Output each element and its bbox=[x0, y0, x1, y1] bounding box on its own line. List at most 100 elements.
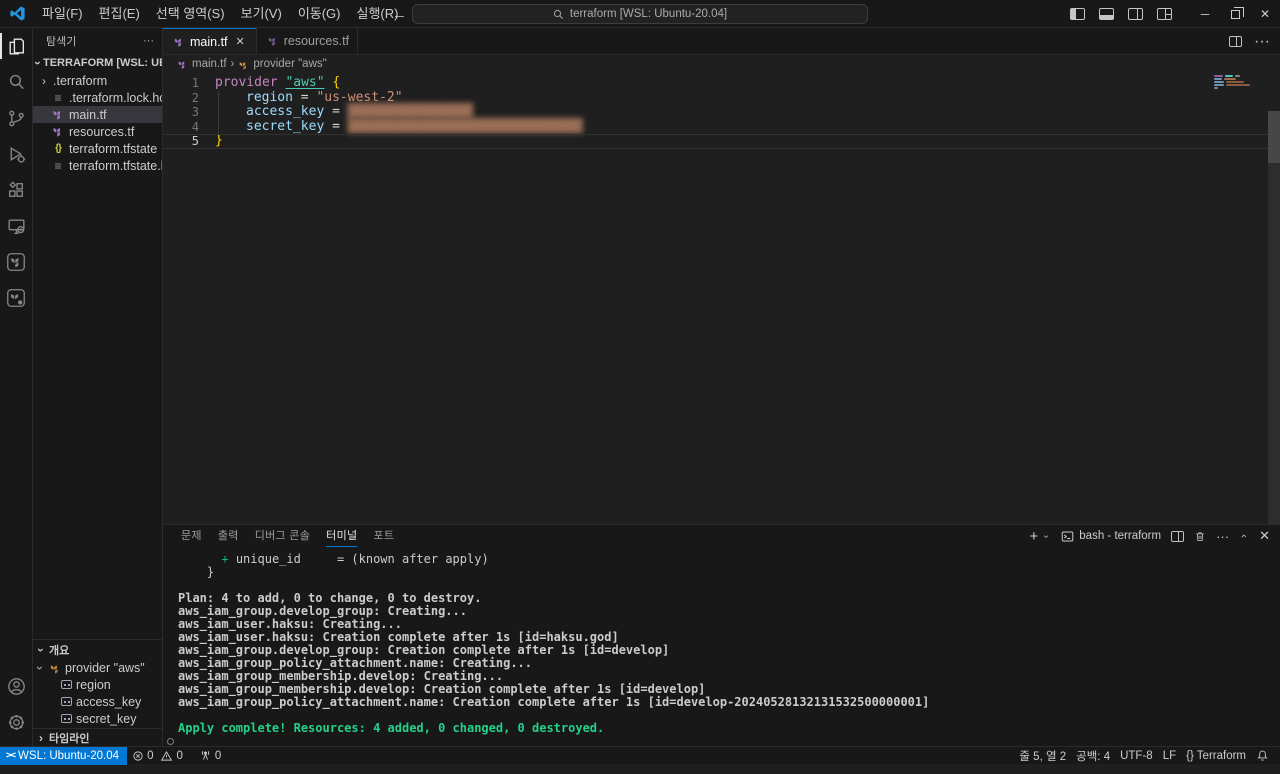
menu-file[interactable]: 파일(F) bbox=[34, 0, 91, 28]
menu-view[interactable]: 보기(V) bbox=[233, 0, 290, 28]
file-label: terraform.tfstate.back... bbox=[69, 159, 162, 173]
menu-edit[interactable]: 편집(E) bbox=[91, 0, 148, 28]
editor-scrollbar[interactable] bbox=[1268, 111, 1280, 535]
new-terminal-icon[interactable]: + bbox=[1030, 528, 1039, 545]
bottom-panel: 문제 출력 디버그 콘솔 터미널 포트 + › bash - terraform… bbox=[163, 524, 1280, 746]
code-line-5: 5 } bbox=[163, 134, 1280, 149]
command-decoration-icon[interactable] bbox=[167, 738, 174, 745]
cursor-position-status[interactable]: 줄 5, 열 2 bbox=[1014, 748, 1071, 764]
terminal-name: bash - terraform bbox=[1079, 530, 1161, 542]
outline-region[interactable]: region bbox=[33, 676, 162, 693]
terraform-cloud-icon[interactable] bbox=[0, 280, 33, 316]
split-terminal-icon[interactable] bbox=[1171, 531, 1184, 542]
remote-icon: >< bbox=[6, 750, 14, 761]
toggle-secondary-sidebar-icon[interactable] bbox=[1128, 8, 1143, 20]
tab-output[interactable]: 출력 bbox=[218, 525, 239, 547]
search-sidebar-icon[interactable] bbox=[0, 64, 33, 100]
ports-status[interactable]: 0 bbox=[194, 747, 226, 764]
file-resources-tf[interactable]: resources.tf bbox=[33, 123, 162, 140]
file-main-tf[interactable]: main.tf bbox=[33, 106, 162, 123]
toggle-panel-icon[interactable] bbox=[1099, 8, 1114, 20]
back-icon[interactable]: ← bbox=[392, 6, 407, 23]
terminal-apply-complete: Apply complete! Resources: 4 added, 0 ch… bbox=[163, 722, 1280, 735]
split-editor-icon[interactable] bbox=[1229, 36, 1242, 47]
tab-resources-tf[interactable]: resources.tf bbox=[257, 28, 358, 54]
chevron-down-icon: › bbox=[33, 663, 47, 673]
symbol-field-icon bbox=[61, 680, 72, 689]
language-mode-status[interactable]: {} Terraform bbox=[1181, 750, 1251, 762]
maximize-panel-icon[interactable]: › bbox=[1238, 531, 1250, 541]
menu-go[interactable]: 이동(G) bbox=[290, 0, 349, 28]
token-keyword: provider bbox=[215, 75, 285, 90]
editor-more-icon[interactable]: ··· bbox=[1254, 33, 1270, 51]
status-bar: >< WSL: Ubuntu-20.04 0 0 0 줄 5, 열 2 공백: … bbox=[0, 746, 1280, 764]
notifications-bell[interactable] bbox=[1251, 749, 1274, 762]
breadcrumb-symbol[interactable]: provider "aws" bbox=[253, 58, 326, 70]
token-provider-link[interactable]: "aws" bbox=[285, 75, 324, 90]
toggle-sidebar-icon[interactable] bbox=[1070, 8, 1085, 20]
sidebar-more-icon[interactable]: ··· bbox=[143, 35, 154, 47]
problems-status[interactable]: 0 0 bbox=[127, 747, 188, 764]
close-tab-icon[interactable]: ✕ bbox=[233, 33, 248, 50]
symbol-provider-icon bbox=[49, 662, 61, 674]
tab-terminal[interactable]: 터미널 bbox=[326, 525, 357, 547]
timeline-section[interactable]: › 타임라인 bbox=[33, 728, 162, 746]
file-dot-terraform[interactable]: › .terraform bbox=[33, 72, 162, 89]
terminal-line: aws_iam_group_policy_attachment.name: Cr… bbox=[163, 696, 1280, 709]
extensions-icon[interactable] bbox=[0, 172, 33, 208]
outline-secret-key[interactable]: secret_key bbox=[33, 710, 162, 727]
minimap[interactable] bbox=[1214, 75, 1264, 90]
menu-selection[interactable]: 선택 영역(S) bbox=[148, 0, 233, 28]
terminal-dropdown-icon[interactable]: › bbox=[1041, 531, 1052, 541]
file-terraform-lock-hcl[interactable]: ≡ .terraform.lock.hcl bbox=[33, 89, 162, 106]
code-editor[interactable]: 1 provider "aws" { 2 region = "us-west-2… bbox=[163, 73, 1280, 524]
remote-indicator[interactable]: >< WSL: Ubuntu-20.04 bbox=[0, 747, 127, 765]
account-icon[interactable] bbox=[0, 668, 33, 704]
encoding-status[interactable]: UTF-8 bbox=[1115, 750, 1158, 762]
close-panel-icon[interactable]: ✕ bbox=[1259, 528, 1270, 544]
eol-status[interactable]: LF bbox=[1158, 750, 1181, 762]
panel-header: 문제 출력 디버그 콘솔 터미널 포트 + › bash - terraform… bbox=[163, 525, 1280, 547]
chevron-down-icon: › bbox=[34, 645, 48, 655]
outline-access-key[interactable]: access_key bbox=[33, 693, 162, 710]
indent-guide bbox=[218, 91, 219, 134]
close-window-button[interactable]: ✕ bbox=[1250, 0, 1280, 28]
source-control-icon[interactable] bbox=[0, 100, 33, 136]
outline-provider-aws[interactable]: › provider "aws" bbox=[33, 659, 162, 676]
restore-button[interactable] bbox=[1220, 0, 1250, 28]
kill-terminal-icon[interactable] bbox=[1194, 530, 1206, 543]
terraform-file-icon bbox=[177, 59, 188, 70]
breadcrumb-file[interactable]: main.tf bbox=[192, 58, 227, 70]
code-line-2: 2 region = "us-west-2" bbox=[163, 91, 1280, 106]
bell-icon bbox=[1256, 749, 1269, 762]
tab-problems[interactable]: 문제 bbox=[181, 525, 202, 547]
tab-ports[interactable]: 포트 bbox=[373, 525, 394, 547]
terminal-content[interactable]: + unique_id = (known after apply) } Plan… bbox=[163, 553, 1280, 746]
tab-main-tf[interactable]: main.tf ✕ bbox=[163, 28, 257, 54]
settings-gear-icon[interactable] bbox=[0, 704, 33, 740]
terraform-extension-icon[interactable] bbox=[0, 244, 33, 280]
symbol-provider-icon bbox=[238, 59, 249, 70]
file-terraform-tfstate-backup[interactable]: ≡ terraform.tfstate.back... bbox=[33, 157, 162, 174]
remote-explorer-icon[interactable] bbox=[0, 208, 33, 244]
scrollbar-slider[interactable] bbox=[1268, 111, 1280, 163]
terraform-file-icon bbox=[51, 125, 65, 138]
outline-header[interactable]: › 개요 bbox=[33, 641, 162, 659]
explorer-sidebar: 탐색기 ··· › TERRAFORM [WSL: UBUN... › .ter… bbox=[33, 28, 163, 746]
command-center-search[interactable]: terraform [WSL: Ubuntu-20.04] bbox=[412, 4, 868, 24]
file-terraform-tfstate[interactable]: {} terraform.tfstate bbox=[33, 140, 162, 157]
terminal-selector[interactable]: bash - terraform bbox=[1061, 530, 1161, 543]
tab-debug-console[interactable]: 디버그 콘솔 bbox=[255, 525, 310, 547]
terminal-line: } bbox=[163, 566, 1280, 579]
panel-more-icon[interactable]: ··· bbox=[1216, 529, 1229, 544]
code-line-3: 3 access_key = ████████████████ bbox=[163, 105, 1280, 120]
file-icon: ≡ bbox=[51, 159, 65, 173]
run-debug-icon[interactable] bbox=[0, 136, 33, 172]
outline-label: access_key bbox=[76, 695, 141, 709]
customize-layout-icon[interactable] bbox=[1157, 8, 1172, 20]
workspace-section-header[interactable]: › TERRAFORM [WSL: UBUN... bbox=[33, 54, 162, 72]
explorer-icon[interactable] bbox=[0, 28, 33, 64]
editor-area: main.tf ✕ resources.tf ··· main.tf › pro… bbox=[163, 28, 1280, 524]
minimize-button[interactable]: ─ bbox=[1190, 0, 1220, 28]
indentation-status[interactable]: 공백: 4 bbox=[1071, 748, 1115, 764]
